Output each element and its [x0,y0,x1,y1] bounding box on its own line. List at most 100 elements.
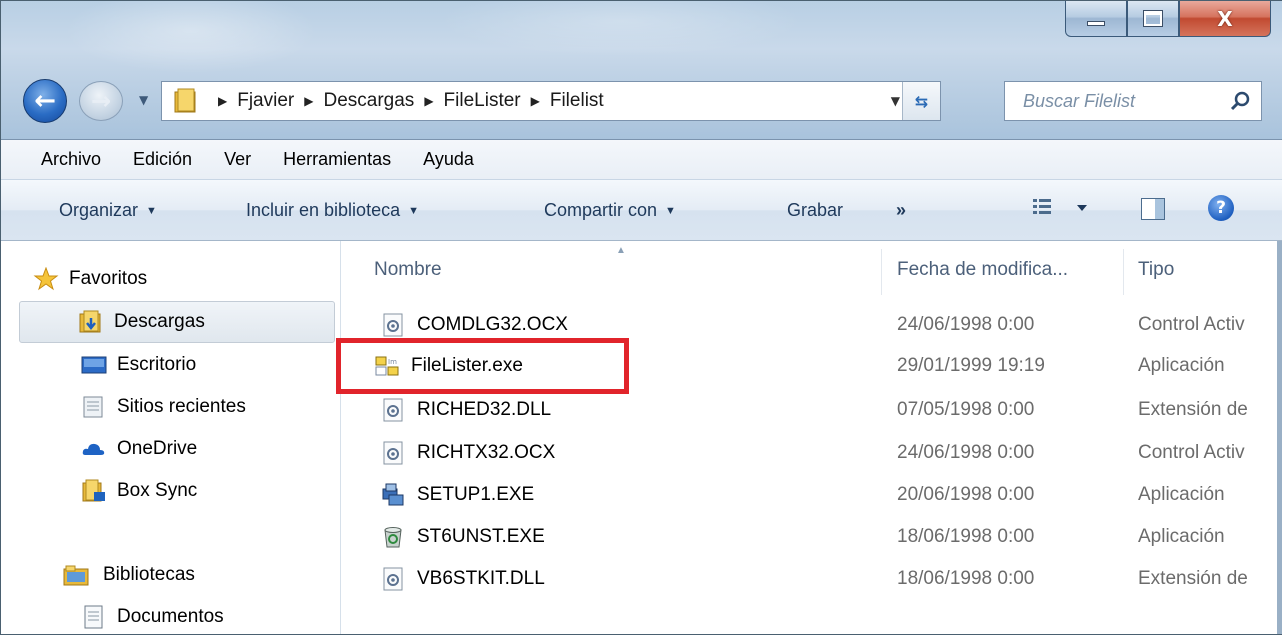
system-file-icon [383,567,403,591]
breadcrumb-item[interactable]: Fjavier [237,90,294,112]
file-date: 24/06/1998 0:00 [897,314,1035,335]
maximize-button[interactable] [1127,1,1179,37]
file-type: Extensión de [1138,568,1248,589]
nav-item-label: OneDrive [117,438,198,459]
menu-edicion[interactable]: Edición [133,149,192,170]
application-icon: Im [375,356,399,376]
file-date: 24/06/1998 0:00 [897,442,1035,463]
nav-item-box-sync[interactable]: Box Sync [81,470,197,512]
refresh-button[interactable]: ⇆ [902,82,940,120]
star-icon [33,267,59,291]
nav-item-escritorio[interactable]: Escritorio [81,344,196,386]
breadcrumb-item[interactable]: FileLister [444,90,521,112]
table-row[interactable]: RICHED32.DLL 07/05/1998 0:00 Extensión d… [341,394,1282,428]
minimize-icon [1087,21,1105,26]
desktop-icon [81,356,107,374]
close-icon: X [1217,6,1233,31]
column-header-type[interactable]: Tipo [1138,259,1174,289]
file-date: 29/01/1999 19:19 [897,355,1045,376]
nav-item-label: Box Sync [117,480,198,501]
search-icon[interactable] [1229,90,1251,112]
table-row[interactable]: Im FileLister.exe 29/01/1999 19:19 Aplic… [341,350,1282,384]
file-type: Aplicación [1138,526,1225,547]
include-library-button[interactable]: Incluir en biblioteca ▼ [246,200,419,221]
chevron-right-icon[interactable]: ▶ [218,94,227,108]
include-library-label: Incluir en biblioteca [246,200,401,220]
refresh-icon: ⇆ [914,91,929,111]
column-divider[interactable] [1123,249,1124,295]
preview-pane-icon[interactable] [1141,198,1165,220]
view-details-icon [1033,199,1087,214]
nav-item-label: Descargas [114,311,205,332]
system-file-icon [383,398,403,422]
minimize-button[interactable] [1065,1,1127,37]
organize-button[interactable]: Organizar ▼ [59,200,157,221]
recent-pages-dropdown[interactable]: ▼ [139,93,148,107]
back-arrow-icon: ← [34,86,56,116]
help-icon[interactable]: ? [1208,195,1234,221]
table-row[interactable]: COMDLG32.OCX 24/06/1998 0:00 Control Act… [341,309,1282,343]
window-edge [1277,241,1282,634]
table-row[interactable]: RICHTX32.OCX 24/06/1998 0:00 Control Act… [341,437,1282,471]
onedrive-icon [82,443,105,455]
forward-button[interactable]: → [79,81,123,121]
chevron-right-icon[interactable]: ▶ [531,94,540,108]
address-bar[interactable]: ▶ Fjavier ▶ Descargas ▶ FileLister ▶ Fil… [161,81,941,121]
close-button[interactable]: X [1179,1,1271,37]
chevron-down-icon: ▼ [665,204,676,217]
file-date: 07/05/1998 0:00 [897,399,1035,420]
table-row[interactable]: SETUP1.EXE 20/06/1998 0:00 Aplicación [341,479,1282,513]
menu-bar: Archivo Edición Ver Herramientas Ayuda [1,139,1282,179]
nav-favorites-header[interactable]: Favoritos [33,258,147,300]
nav-item-label: Documentos [117,606,224,627]
more-label: » [896,200,907,220]
breadcrumb-item[interactable]: Filelist [550,90,604,112]
chevron-right-icon[interactable]: ▶ [424,94,433,108]
breadcrumb-item[interactable]: Descargas [323,90,414,112]
libraries-icon [63,565,89,586]
address-history-dropdown[interactable]: ▼ [891,82,900,120]
nav-item-descargas[interactable]: Descargas [19,301,335,343]
forward-arrow-icon: → [90,87,112,115]
nav-libraries-header[interactable]: Bibliotecas [63,554,195,596]
chevron-down-icon: ▼ [146,204,157,217]
recycle-icon [384,527,402,548]
table-row[interactable]: VB6STKIT.DLL 18/06/1998 0:00 Extensión d… [341,563,1282,597]
table-row[interactable]: ST6UNST.EXE 18/06/1998 0:00 Aplicación [341,521,1282,555]
change-view-button[interactable] [1033,196,1093,224]
column-header-date[interactable]: Fecha de modifica... [897,259,1068,289]
file-type: Control Activ [1138,314,1245,335]
documents-icon [84,605,103,629]
more-commands-button[interactable]: » [896,200,906,221]
file-list: ▲ Nombre Fecha de modifica... Tipo COMDL… [341,241,1282,634]
file-name: RICHED32.DLL [417,399,552,420]
column-header-name[interactable]: Nombre [374,259,442,289]
file-date: 18/06/1998 0:00 [897,526,1035,547]
share-with-button[interactable]: Compartir con ▼ [544,200,676,221]
nav-item-onedrive[interactable]: OneDrive [81,428,197,470]
chevron-down-icon: ▼ [408,204,419,217]
search-box[interactable]: Buscar Filelist [1004,81,1262,121]
back-button[interactable]: ← [23,79,67,123]
nav-item-label: Sitios recientes [117,396,246,417]
folder-icon [174,88,196,113]
nav-item-sitios-recientes[interactable]: Sitios recientes [81,386,246,428]
nav-item-label: Escritorio [117,354,197,375]
svg-text:Im: Im [388,358,397,366]
burn-label: Grabar [787,200,844,220]
menu-herramientas[interactable]: Herramientas [283,149,391,170]
burn-button[interactable]: Grabar [787,200,843,221]
file-type: Aplicación [1138,355,1225,376]
file-name: FileLister.exe [411,355,523,376]
file-type: Aplicación [1138,484,1225,505]
box-sync-icon [82,479,105,502]
menu-ayuda[interactable]: Ayuda [423,149,474,170]
setup-icon [382,483,404,506]
column-divider[interactable] [881,249,882,295]
menu-ver[interactable]: Ver [224,149,251,170]
menu-archivo[interactable]: Archivo [41,149,101,170]
search-input[interactable]: Buscar Filelist [1023,91,1135,112]
nav-item-documentos[interactable]: Documentos [81,596,224,634]
file-name: SETUP1.EXE [417,484,535,505]
chevron-right-icon[interactable]: ▶ [304,94,313,108]
